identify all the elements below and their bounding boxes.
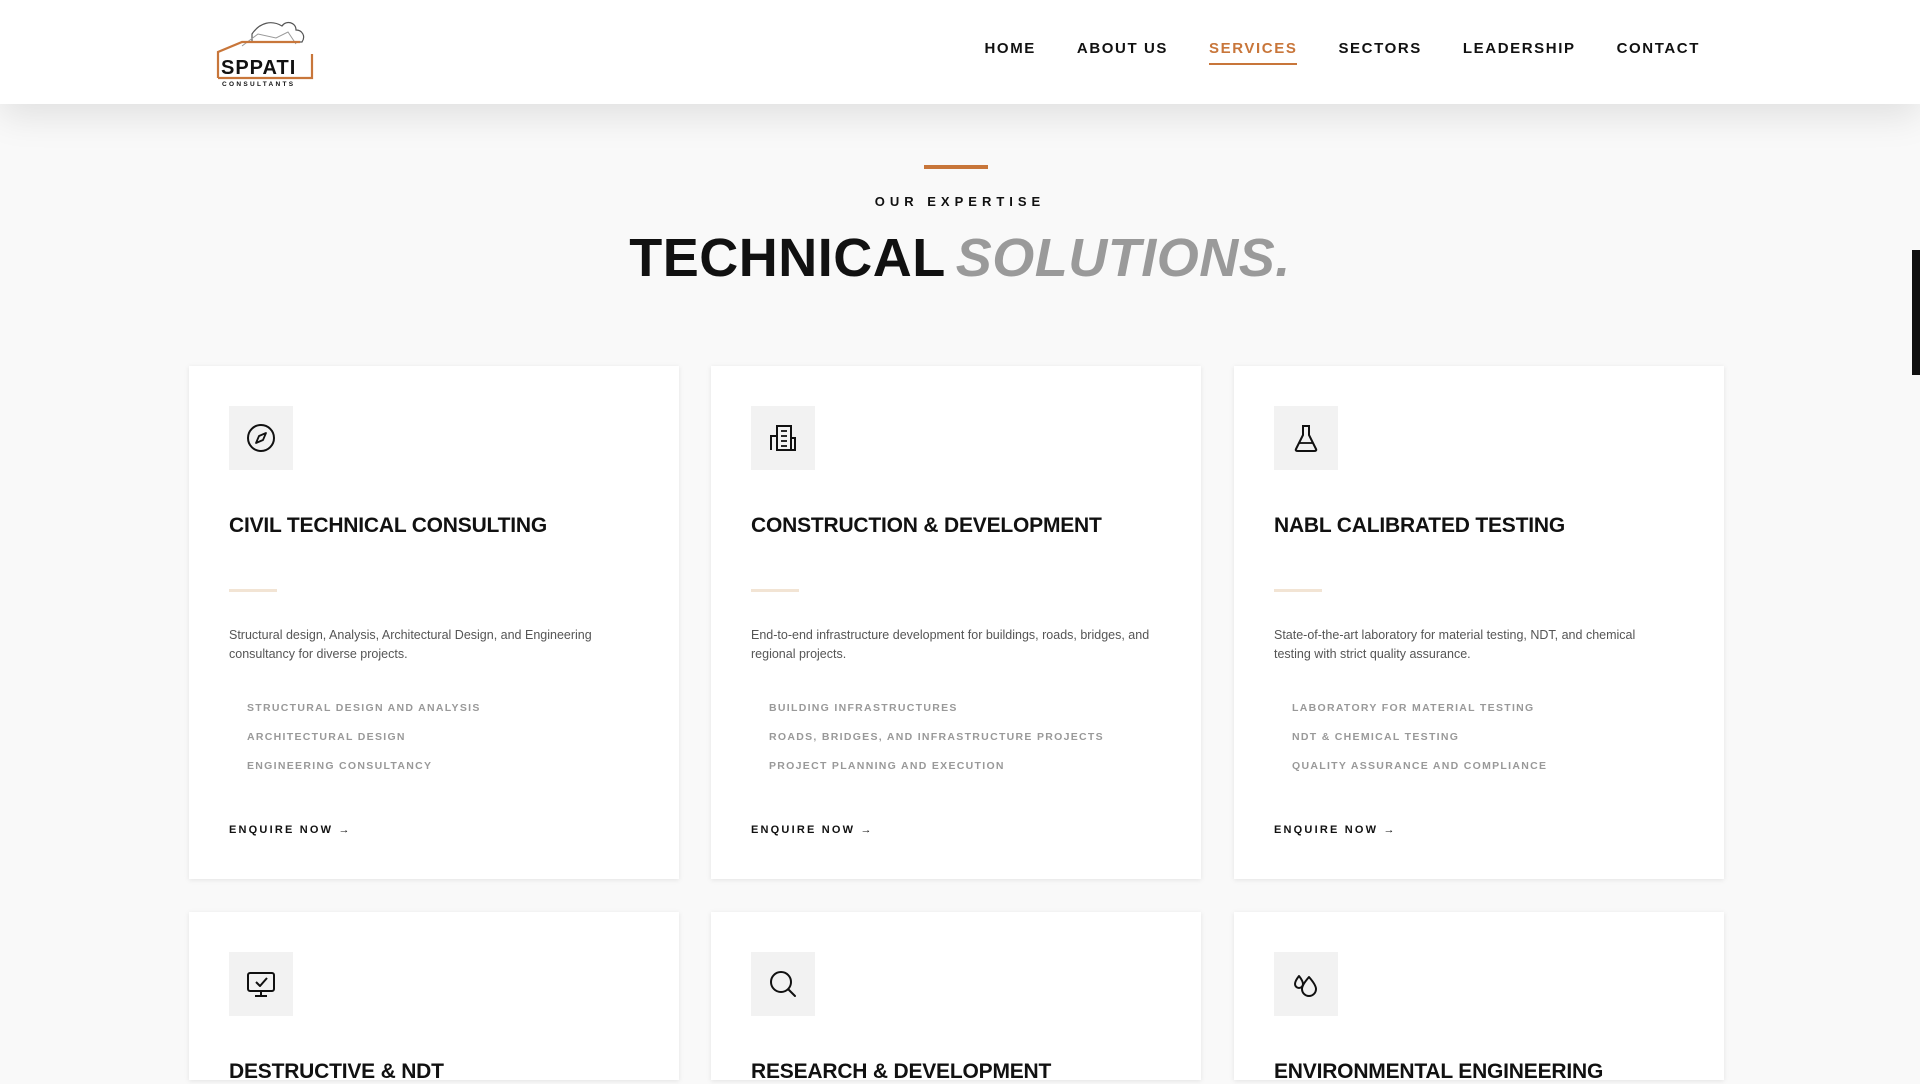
flask-icon — [1274, 406, 1338, 470]
service-card-research: RESEARCH & DEVELOPMENT — [711, 912, 1201, 1083]
enquire-now-link[interactable]: ENQUIRE NOW → — [229, 824, 352, 836]
section-title-accent: SOLUTIONS. — [955, 228, 1291, 288]
service-card-civil: CIVIL TECHNICAL CONSULTING Structural de… — [189, 366, 679, 879]
logo-wordmark: SPPATI — [221, 57, 296, 79]
search-icon — [751, 952, 815, 1016]
feature-item: QUALITY ASSURANCE AND COMPLIANCE — [1292, 760, 1548, 772]
feature-item: ENGINEERING CONSULTANCY — [247, 760, 433, 772]
nav-contact[interactable]: CONTACT — [1617, 40, 1700, 65]
nav-home[interactable]: HOME — [985, 40, 1036, 65]
feature-item: NDT & CHEMICAL TESTING — [1292, 731, 1460, 743]
service-card-environmental: ENVIRONMENTAL ENGINEERING — [1234, 912, 1724, 1083]
feature-item: ARCHITECTURAL DESIGN — [247, 731, 406, 743]
monitor-check-icon — [229, 952, 293, 1016]
title-divider — [229, 589, 277, 592]
nav-services[interactable]: SERVICES — [1209, 40, 1298, 65]
logo-tagline: CONSULTANTS — [222, 81, 295, 88]
service-card-testing: NABL CALIBRATED TESTING State-of-the-art… — [1234, 366, 1724, 879]
service-title: DESTRUCTIVE & NDT — [229, 1060, 444, 1083]
feature-list: LABORATORY FOR MATERIAL TESTING NDT & CH… — [1292, 703, 1547, 790]
enquire-now-link[interactable]: ENQUIRE NOW → — [751, 824, 874, 836]
service-description: Structural design, Analysis, Architectur… — [229, 628, 592, 661]
feature-list: BUILDING INFRASTRUCTURES ROADS, BRIDGES,… — [769, 703, 1104, 790]
section-eyebrow: OUR EXPERTISE — [874, 194, 1046, 209]
section-accent-rule — [924, 165, 988, 169]
service-title: RESEARCH & DEVELOPMENT — [751, 1060, 1052, 1083]
feature-item: BUILDING INFRASTRUCTURES — [769, 702, 958, 714]
nav-about-us[interactable]: ABOUT US — [1077, 40, 1168, 65]
feature-item: ROADS, BRIDGES, AND INFRASTRUCTURE PROJE… — [769, 731, 1104, 743]
scrollbar-thumb[interactable] — [1912, 250, 1920, 375]
title-divider — [1274, 589, 1322, 592]
main-nav: HOME ABOUT US SERVICES SECTORS LEADERSHI… — [985, 40, 1701, 65]
section-title-main: TECHNICAL — [629, 228, 946, 288]
enquire-now-link[interactable]: ENQUIRE NOW → — [1274, 824, 1397, 836]
service-title: CIVIL TECHNICAL CONSULTING — [229, 514, 547, 537]
droplets-icon — [1274, 952, 1338, 1016]
nav-leadership[interactable]: LEADERSHIP — [1463, 40, 1576, 65]
feature-list: STRUCTURAL DESIGN AND ANALYSIS ARCHITECT… — [247, 703, 481, 790]
feature-item: LABORATORY FOR MATERIAL TESTING — [1292, 702, 1535, 714]
feature-item: STRUCTURAL DESIGN AND ANALYSIS — [247, 702, 481, 714]
service-description: State-of-the-art laboratory for material… — [1274, 628, 1636, 661]
service-title: ENVIRONMENTAL ENGINEERING — [1274, 1060, 1604, 1083]
service-title: CONSTRUCTION & DEVELOPMENT — [751, 514, 1102, 537]
feature-item: PROJECT PLANNING AND EXECUTION — [769, 760, 1005, 772]
service-card-ndt: DESTRUCTIVE & NDT — [189, 912, 679, 1083]
service-title: NABL CALIBRATED TESTING — [1274, 514, 1565, 537]
nav-sectors[interactable]: SECTORS — [1338, 40, 1421, 65]
compass-icon — [229, 406, 293, 470]
section-title: TECHNICAL SOLUTIONS. — [0, 226, 1920, 290]
title-divider — [751, 589, 799, 592]
sppati-logo[interactable]: SPPATI CONSULTANTS — [212, 14, 324, 90]
site-header: SPPATI CONSULTANTS HOME ABOUT US SERVICE… — [0, 0, 1920, 104]
building-icon — [751, 406, 815, 470]
service-card-construction: CONSTRUCTION & DEVELOPMENT End-to-end in… — [711, 366, 1201, 879]
service-description: End-to-end infrastructure development fo… — [751, 628, 1150, 661]
